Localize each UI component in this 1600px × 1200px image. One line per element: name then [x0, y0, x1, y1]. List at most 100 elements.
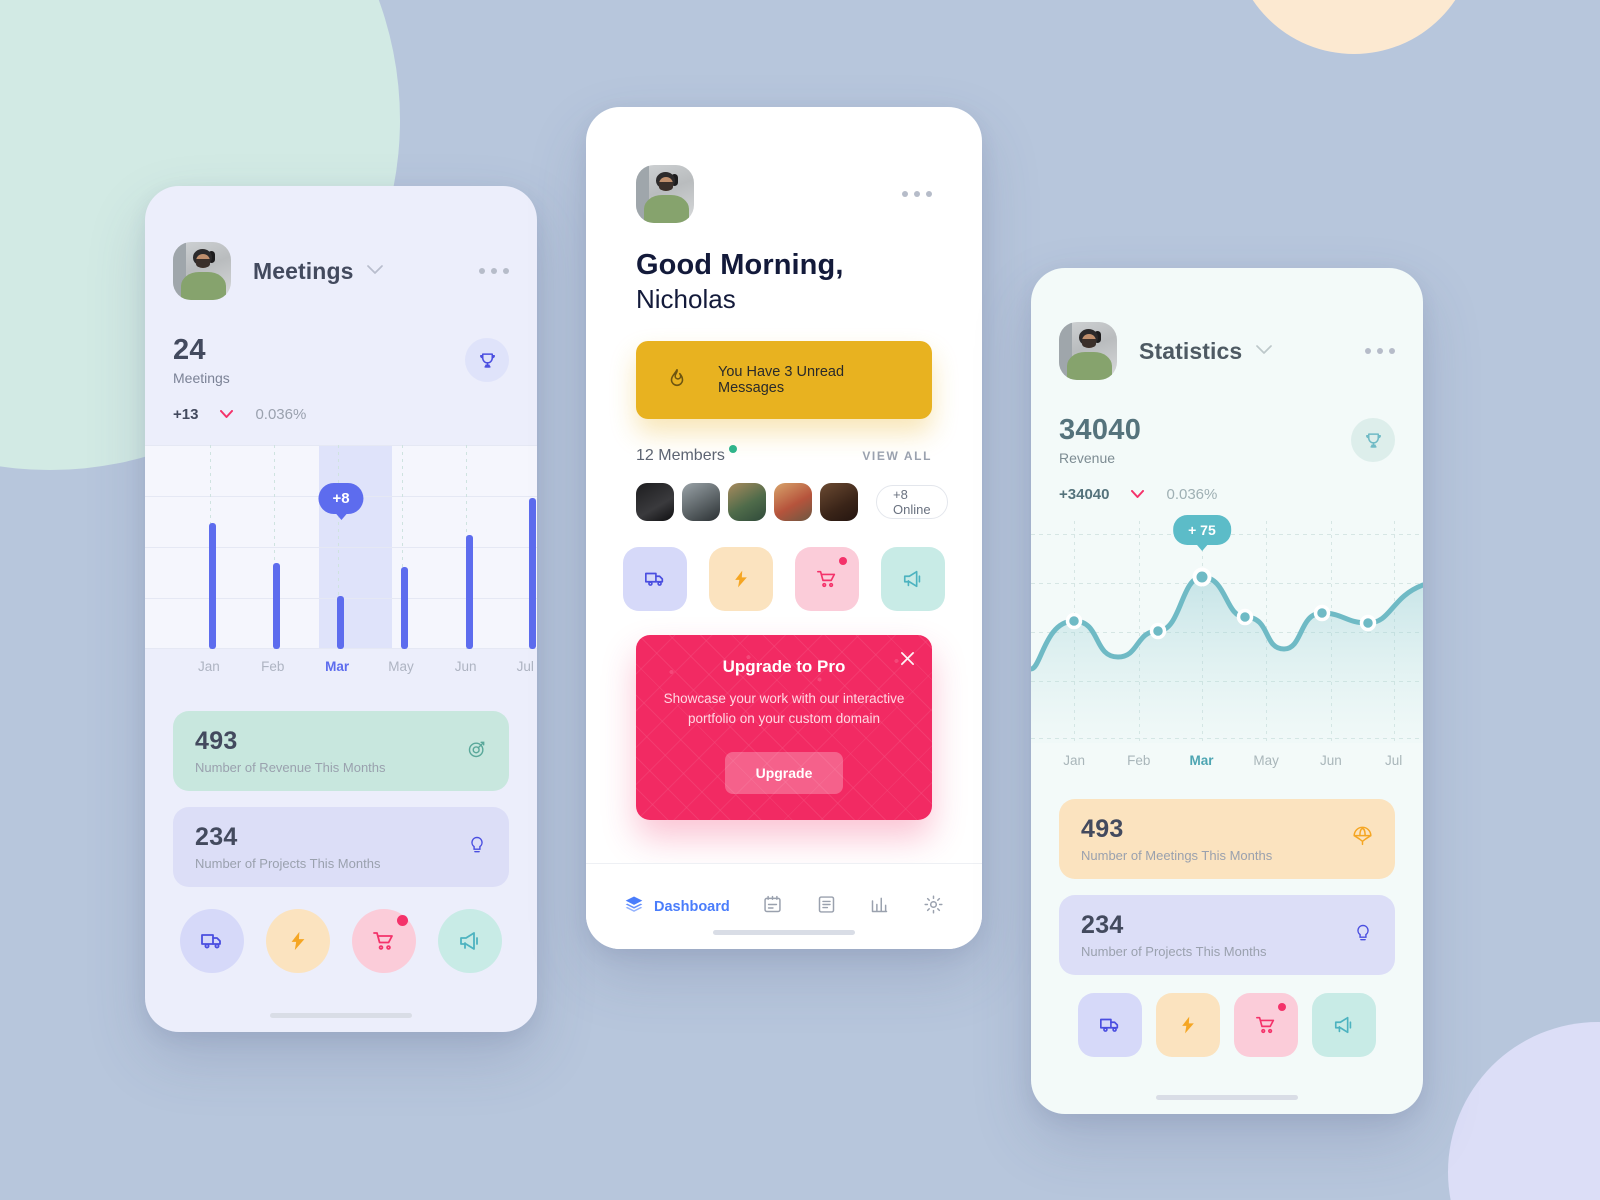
member-avatar[interactable]: [636, 483, 674, 521]
page-title: Meetings: [253, 257, 354, 284]
cart-icon[interactable]: [795, 547, 859, 611]
stat-value: 234: [195, 823, 238, 851]
more-options-button[interactable]: [479, 268, 509, 274]
kpi-value: 34040: [1059, 414, 1142, 446]
kpi-delta: +13: [173, 406, 199, 423]
upgrade-title: Upgrade to Pro: [722, 657, 846, 676]
stat-card-revenue[interactable]: 493 Number of Revenue This Months: [173, 711, 509, 791]
greeting-block: Good Morning, Nicholas: [586, 249, 982, 315]
avatar[interactable]: [1059, 322, 1117, 380]
kpi-delta: +34040: [1059, 486, 1110, 503]
parachute-icon: [1352, 826, 1373, 852]
delivery-icon[interactable]: [1078, 993, 1142, 1057]
bar-jan[interactable]: [208, 522, 216, 649]
stat-card-projects[interactable]: 234 Number of Projects This Months: [173, 807, 509, 887]
axis-label-jan: Jan: [198, 659, 220, 674]
megaphone-icon[interactable]: [1312, 993, 1376, 1057]
flash-icon[interactable]: [1156, 993, 1220, 1057]
stat-label: Number of Projects This Months: [195, 856, 381, 871]
lavender-blob-decoration: [1448, 1022, 1600, 1200]
peach-blob-decoration: [1232, 0, 1476, 54]
meetings-screen: Meetings 24 Meetings +13 0.036% +8 Jan F…: [145, 186, 537, 1032]
member-avatar[interactable]: [820, 483, 858, 521]
members-row: 12 Members VIEW ALL: [586, 445, 982, 465]
banner-text: You Have 3 Unread Messages: [718, 364, 845, 396]
members-count: 12 Members: [636, 445, 737, 465]
line-chart-tooltip: + 75: [1173, 515, 1231, 545]
line-chart-svg: [1031, 567, 1423, 743]
statistics-line-chart[interactable]: + 75: [1031, 515, 1423, 743]
member-avatar[interactable]: [728, 483, 766, 521]
bar-may[interactable]: [400, 567, 408, 649]
stat-label: Number of Projects This Months: [1081, 944, 1267, 959]
greeting-line-2: Nicholas: [636, 284, 736, 314]
stat-card-projects[interactable]: 234 Number of Projects This Months: [1059, 895, 1395, 975]
tab-dashboard[interactable]: Dashboard: [624, 894, 730, 919]
online-count-pill[interactable]: +8 Online: [876, 485, 948, 519]
upgrade-to-pro-card: Upgrade to Pro Showcase your work with o…: [636, 635, 932, 820]
bar-chart-x-axis: Jan Feb Mar May Jun Jul: [145, 649, 537, 689]
delivery-icon[interactable]: [180, 909, 244, 973]
delivery-icon[interactable]: [623, 547, 687, 611]
kpi-label: Revenue: [1059, 450, 1116, 466]
meetings-bar-chart[interactable]: +8: [145, 445, 537, 649]
cart-icon[interactable]: [352, 909, 416, 973]
home-indicator: [1156, 1095, 1298, 1100]
statistics-screen: Statistics 34040 Revenue +34040 0.036% +…: [1031, 268, 1423, 1114]
trophy-badge[interactable]: [465, 338, 509, 382]
flash-icon[interactable]: [709, 547, 773, 611]
kpi-percent: 0.036%: [1166, 486, 1218, 503]
home-header: [586, 165, 982, 223]
stat-label: Number of Revenue This Months: [195, 760, 386, 775]
member-avatar[interactable]: [774, 483, 812, 521]
document-icon: [816, 894, 837, 920]
more-options-button[interactable]: [1365, 348, 1395, 354]
layers-icon: [624, 894, 644, 919]
tab-calendar[interactable]: [762, 894, 783, 920]
bar-jul[interactable]: [529, 498, 537, 649]
axis-label-jun: Jun: [1319, 753, 1342, 768]
megaphone-icon[interactable]: [881, 547, 945, 611]
tab-documents[interactable]: [816, 894, 837, 920]
trend-down-icon: [1131, 486, 1145, 503]
idea-icon: [467, 835, 487, 860]
member-avatar[interactable]: [682, 483, 720, 521]
axis-label-feb: Feb: [261, 659, 285, 674]
avatar[interactable]: [173, 242, 231, 300]
avatar[interactable]: [636, 165, 694, 223]
target-icon: [467, 739, 487, 764]
fire-icon: [666, 366, 688, 395]
statistics-quick-actions: [1031, 993, 1423, 1057]
chevron-down-icon[interactable]: [1256, 342, 1273, 360]
stat-card-meetings[interactable]: 493 Number of Meetings This Months: [1059, 799, 1395, 879]
more-options-button[interactable]: [902, 191, 932, 197]
upgrade-button[interactable]: Upgrade: [725, 751, 843, 794]
bar-jun[interactable]: [465, 534, 473, 649]
chevron-down-icon[interactable]: [367, 262, 384, 280]
tab-analytics[interactable]: [869, 894, 890, 920]
flash-icon[interactable]: [266, 909, 330, 973]
axis-label-may: May: [1253, 753, 1279, 768]
stat-value: 493: [1081, 815, 1124, 843]
notification-badge: [839, 557, 847, 565]
member-avatars: +8 Online: [586, 483, 982, 521]
axis-label-mar: Mar: [325, 659, 350, 674]
home-indicator: [713, 930, 855, 935]
trophy-badge[interactable]: [1351, 418, 1395, 462]
axis-label-jun: Jun: [454, 659, 477, 674]
statistics-header: Statistics: [1031, 322, 1423, 380]
megaphone-icon[interactable]: [438, 909, 502, 973]
view-all-link[interactable]: VIEW ALL: [862, 449, 932, 463]
upgrade-body: Showcase your work with our interactive …: [663, 691, 905, 727]
cart-icon[interactable]: [1234, 993, 1298, 1057]
notification-badge: [397, 915, 408, 926]
notification-badge: [1278, 1003, 1286, 1011]
tab-label: Dashboard: [654, 898, 730, 915]
tab-settings[interactable]: [923, 894, 944, 920]
bar-feb[interactable]: [272, 563, 280, 649]
gear-icon: [923, 894, 944, 920]
bottom-tab-bar: Dashboard: [586, 863, 982, 949]
unread-messages-banner[interactable]: You Have 3 Unread Messages: [636, 341, 932, 419]
bar-mar[interactable]: [337, 595, 345, 649]
trend-down-icon: [220, 406, 234, 423]
